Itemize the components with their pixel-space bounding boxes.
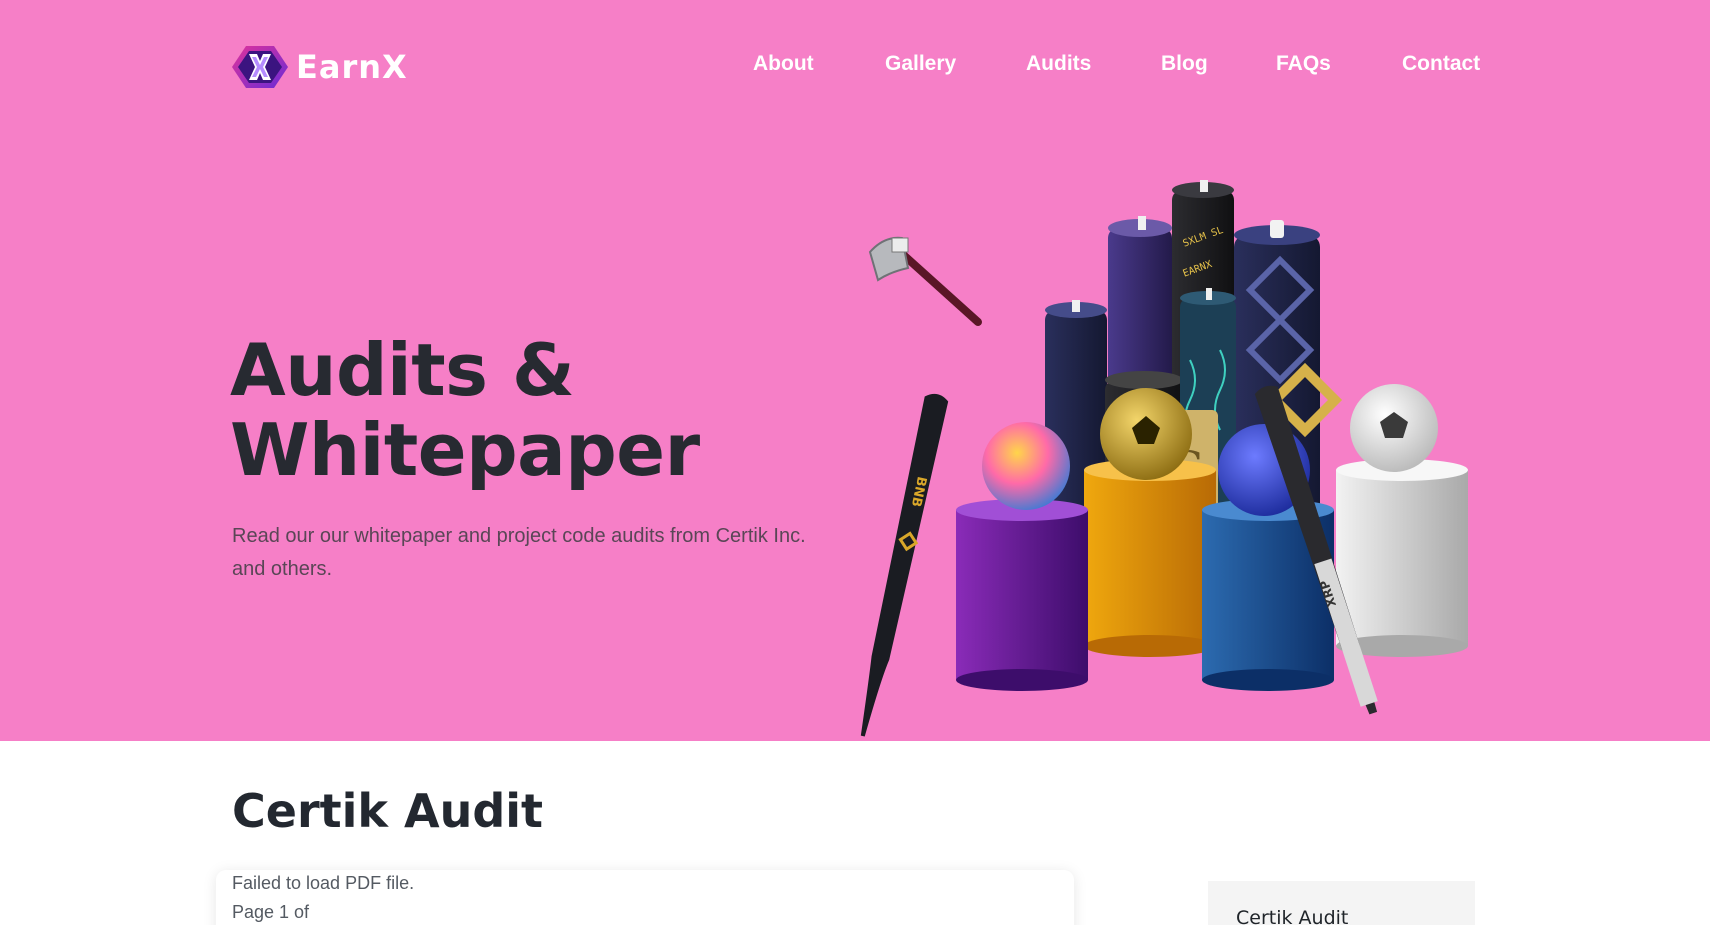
nav-audits[interactable]: Audits (1026, 52, 1091, 76)
bat-left-illustration: BNB (860, 393, 949, 737)
nav-about[interactable]: About (753, 52, 814, 76)
nav-gallery[interactable]: Gallery (885, 52, 956, 76)
brand-logo[interactable]: EarnX (232, 44, 408, 90)
axe-illustration (868, 236, 982, 326)
page-title: Audits & Whitepaper (230, 330, 700, 490)
earnx-x-logo-icon (232, 46, 288, 88)
audit-section-title: Certik Audit (232, 784, 544, 838)
nav-faqs[interactable]: FAQs (1276, 52, 1331, 76)
page-title-line-1: Audits & (230, 328, 575, 412)
nav-contact[interactable]: Contact (1402, 52, 1480, 76)
nav-blog[interactable]: Blog (1161, 52, 1208, 76)
brand-name: EarnX (296, 48, 408, 86)
page-title-line-2: Whitepaper (230, 408, 700, 492)
pdf-viewer[interactable]: Failed to load PDF file. Page 1 of (216, 870, 1074, 925)
pdf-page-indicator: Page 1 of (232, 902, 310, 922)
hero-illustration: SXLM SL EARNX SXTZ C (860, 180, 1468, 737)
pdf-error-message: Failed to load PDF file. (232, 873, 415, 893)
sidebar-audit-card[interactable]: Certik Audit (1208, 881, 1475, 925)
sidebar-audit-card-title: Certik Audit (1236, 907, 1349, 925)
hero-subtitle: Read our our whitepaper and project code… (232, 525, 806, 580)
hero-section: EarnX About Gallery Audits Blog FAQs Con… (0, 0, 1710, 741)
